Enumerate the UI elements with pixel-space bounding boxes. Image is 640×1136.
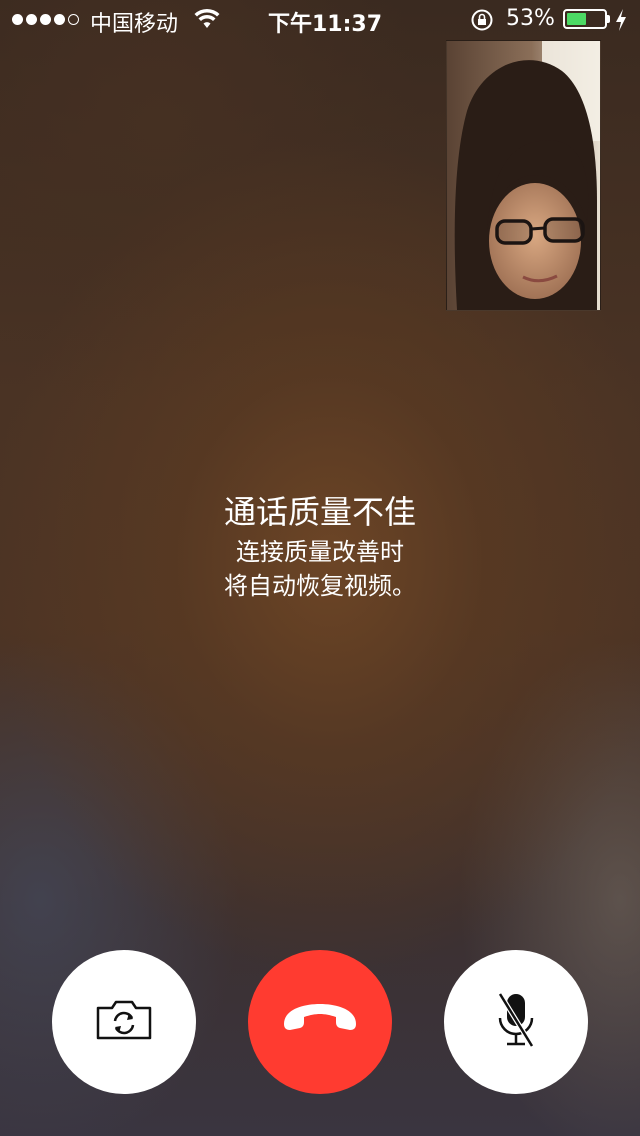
signal-dot	[12, 14, 23, 25]
microphone-muted-icon	[494, 990, 538, 1054]
camera-flip-icon	[94, 998, 154, 1046]
status-time: 下午11:37	[268, 12, 383, 37]
message-title: 通话质量不佳	[223, 493, 416, 531]
carrier-name: 中国移动	[90, 12, 179, 37]
status-bar: 中国移动 下午11:37 53%	[0, 0, 640, 40]
signal-dot	[40, 14, 51, 25]
message-line-2: 将自动恢复视频。	[224, 572, 416, 600]
signal-dot-empty	[68, 14, 79, 25]
flip-camera-button[interactable]	[52, 950, 196, 1094]
message-line-1: 连接质量改善时	[236, 538, 404, 566]
wifi-icon	[194, 8, 220, 36]
self-view-video[interactable]	[446, 40, 601, 311]
battery-tip	[607, 15, 610, 23]
signal-strength-dots	[12, 14, 79, 25]
signal-dot	[54, 14, 65, 25]
signal-dot	[26, 14, 37, 25]
call-quality-message: 通话质量不佳 连接质量改善时 将自动恢复视频。	[0, 490, 640, 602]
charging-icon	[614, 8, 628, 38]
mute-button[interactable]	[444, 950, 588, 1094]
call-controls	[0, 950, 640, 1094]
end-call-icon	[278, 1000, 362, 1044]
facetime-call-screen: 中国移动 下午11:37 53% 通话质量不佳 连接质量改善时 将自动恢复视频。	[0, 0, 640, 1136]
battery-icon	[563, 9, 607, 29]
rotation-lock-icon	[470, 8, 494, 38]
end-call-button[interactable]	[248, 950, 392, 1094]
battery-level-fill	[567, 13, 586, 25]
battery-percent: 53%	[506, 6, 555, 31]
